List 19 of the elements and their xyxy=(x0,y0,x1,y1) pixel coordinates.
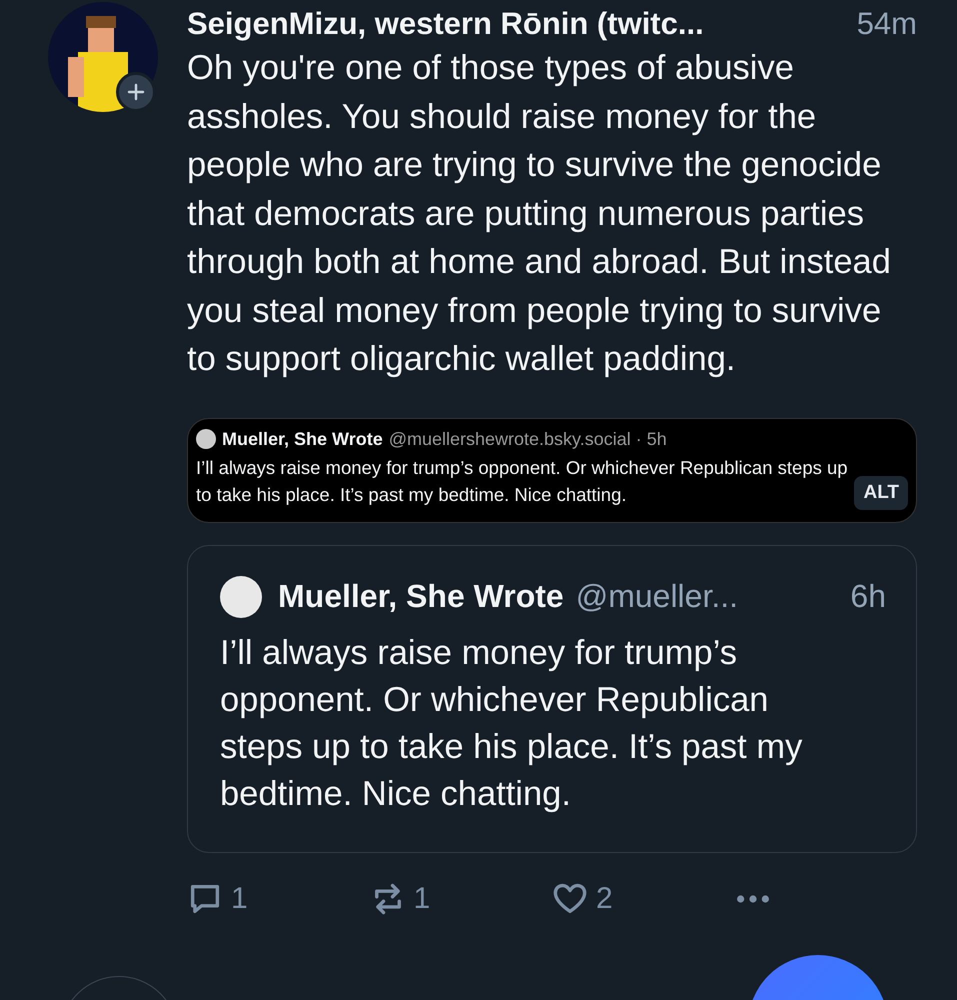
author-name[interactable]: SeigenMizu, western Rōnin (twitc... xyxy=(187,6,704,42)
author-name: Mueller, She Wrote xyxy=(222,428,383,450)
alt-badge[interactable]: ALT xyxy=(854,476,908,510)
post-text: Oh you're one of those types of abusive assholes. You should raise money for the people who are trying to survive the genocide that democrats are putting numerous parties through both at home and abroad. But instead you steal money from people trying to survive to support oligarchic wallet padding. xyxy=(187,48,892,380)
post-time[interactable]: 54m xyxy=(856,6,917,42)
attached-image[interactable]: Mueller, She Wrote @muellershewrote.bsky.social · 5h I’ll always raise money for trump’s opponent. Or whichever Republican steps up to take his place. It’s past my bedtime. Nice chatting. ALT xyxy=(187,418,917,522)
author-name: Mueller, She Wrote xyxy=(278,578,564,615)
post-text: I’ll always raise money for trump’s opponent. Or whichever Republican steps up to take his place. It’s past my bedtime. Nice chatting. xyxy=(196,456,849,507)
plus-icon[interactable] xyxy=(126,82,146,102)
avatar xyxy=(196,429,216,449)
author-handle: @mueller... xyxy=(576,578,738,615)
action-count: 1 xyxy=(231,882,248,916)
action-count: 2 xyxy=(596,882,613,916)
post-text: I’ll always raise money for trump’s opponent. Or whichever Republican steps up to take his place. It’s past my bedtime. Nice chatting. xyxy=(220,632,804,814)
post-time: 6h xyxy=(850,578,886,615)
avatar xyxy=(220,576,262,618)
action-count: 1 xyxy=(414,882,430,916)
quoted-post[interactable]: Mueller, She Wrote @mueller... 6h I’ll always raise money for trump’s opponent. Or whichever Republican steps up to take his place. It’s past my bedtime. Nice chatting. xyxy=(187,544,917,852)
author-handle: @muellershewrote.bsky.social · 5h xyxy=(388,428,667,450)
